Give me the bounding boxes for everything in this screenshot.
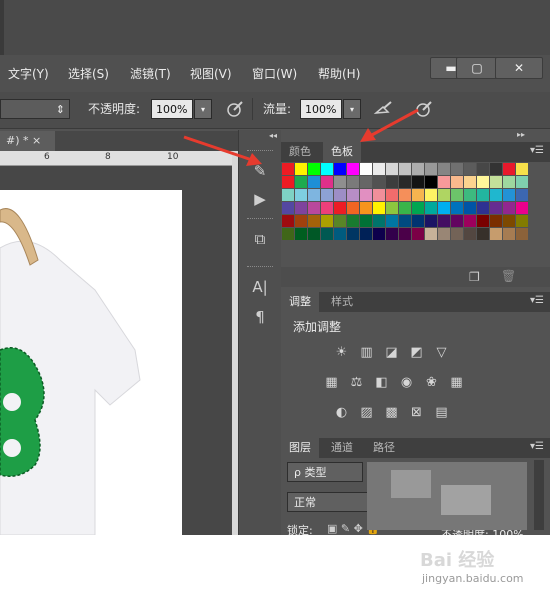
watermark-brand: Bai 经验 [420, 550, 495, 571]
red-arrow-right [369, 108, 419, 138]
watermark-url: jingyan.baidu.com [422, 572, 524, 585]
watermark: Bai 经验 jingyan.baidu.com [420, 546, 546, 592]
annotation-arrows [183, 108, 419, 166]
photoshop-window: 文字(Y) 选择(S) 滤镜(T) 视图(V) 窗口(W) 帮助(H) ▬ ▢ … [0, 0, 550, 602]
red-arrow-left [183, 135, 253, 162]
